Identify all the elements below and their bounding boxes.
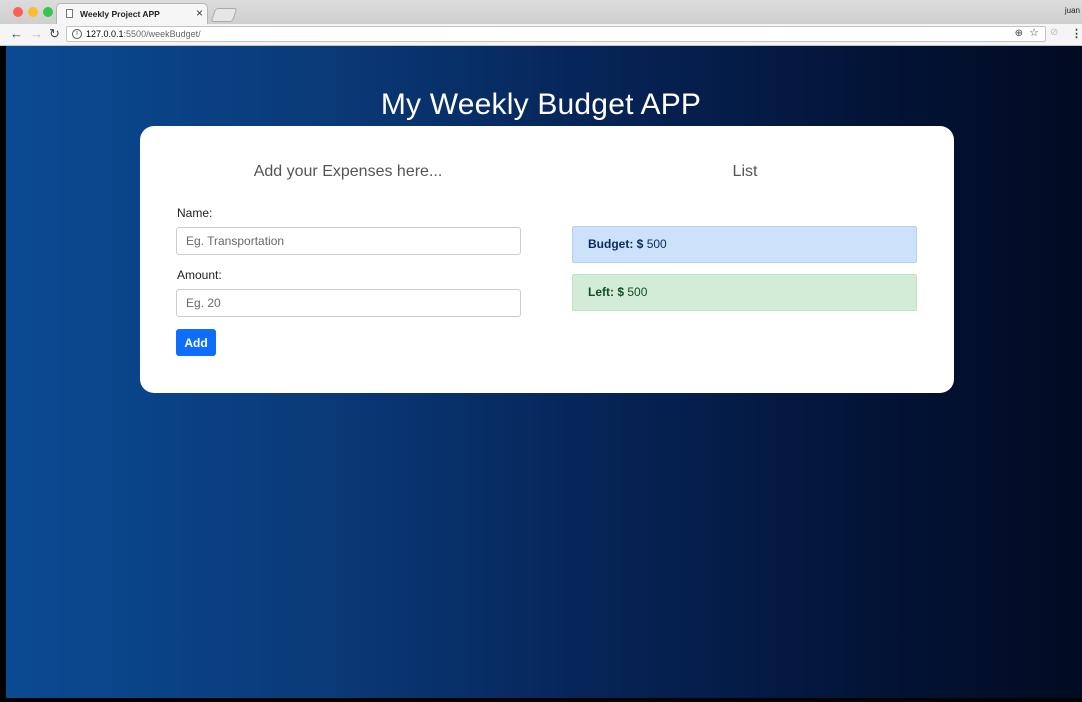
budget-alert: Budget: $ 500	[572, 226, 917, 263]
name-label: Name:	[177, 206, 213, 220]
zoom-icon[interactable]: ⊕	[1015, 27, 1023, 41]
app-title: My Weekly Budget APP	[380, 88, 702, 122]
tab-close-icon[interactable]: ×	[196, 7, 203, 19]
minimize-window-button[interactable]	[28, 7, 38, 17]
left-value: 500	[627, 285, 648, 299]
budget-label: Budget: $	[588, 237, 644, 251]
amount-label: Amount:	[177, 268, 222, 282]
back-arrow-icon[interactable]: ←	[10, 26, 23, 42]
browser-menu-icon[interactable]: ⋮	[1071, 27, 1082, 40]
budget-card: Add your Expenses here... List Name: Amo…	[140, 126, 954, 393]
browser-titlebar: Weekly Project APP × juan	[0, 0, 1082, 24]
page-background: My Weekly Budget APP Add your Expenses h…	[6, 46, 1082, 698]
expense-name-input[interactable]	[176, 227, 521, 255]
address-bar[interactable]: i 127.0.0.1:5500/weekBudget/ ⊕ ☆	[66, 26, 1046, 42]
info-icon[interactable]: i	[72, 29, 82, 39]
bookmark-star-icon[interactable]: ☆	[1029, 26, 1039, 40]
browser-tab[interactable]: Weekly Project APP ×	[56, 3, 208, 24]
budget-value: 500	[646, 237, 667, 251]
profile-name[interactable]: juan	[1065, 6, 1080, 15]
url-path: :5500/weekBudget/	[123, 29, 201, 39]
browser-toolbar: ← → ↻ i 127.0.0.1:5500/weekBudget/ ⊕ ☆ ⊘…	[0, 24, 1082, 46]
page-icon	[66, 9, 73, 18]
url-text: 127.0.0.1:5500/weekBudget/	[86, 27, 201, 41]
url-host: 127.0.0.1	[86, 29, 124, 39]
remaining-alert: Left: $ 500	[572, 274, 917, 311]
add-expense-button[interactable]: Add	[176, 329, 216, 356]
form-heading: Add your Expenses here...	[253, 163, 443, 180]
left-label: Left: $	[588, 285, 624, 299]
tab-title: Weekly Project APP	[80, 9, 160, 19]
list-heading: List	[732, 163, 758, 180]
new-tab-button[interactable]	[210, 8, 238, 22]
reload-icon[interactable]: ↻	[49, 26, 60, 42]
expense-amount-input[interactable]	[176, 289, 521, 317]
close-window-button[interactable]	[13, 7, 23, 17]
maximize-window-button[interactable]	[43, 7, 53, 17]
forward-arrow-icon[interactable]: →	[30, 26, 43, 42]
extension-icon[interactable]: ⊘	[1050, 27, 1058, 38]
